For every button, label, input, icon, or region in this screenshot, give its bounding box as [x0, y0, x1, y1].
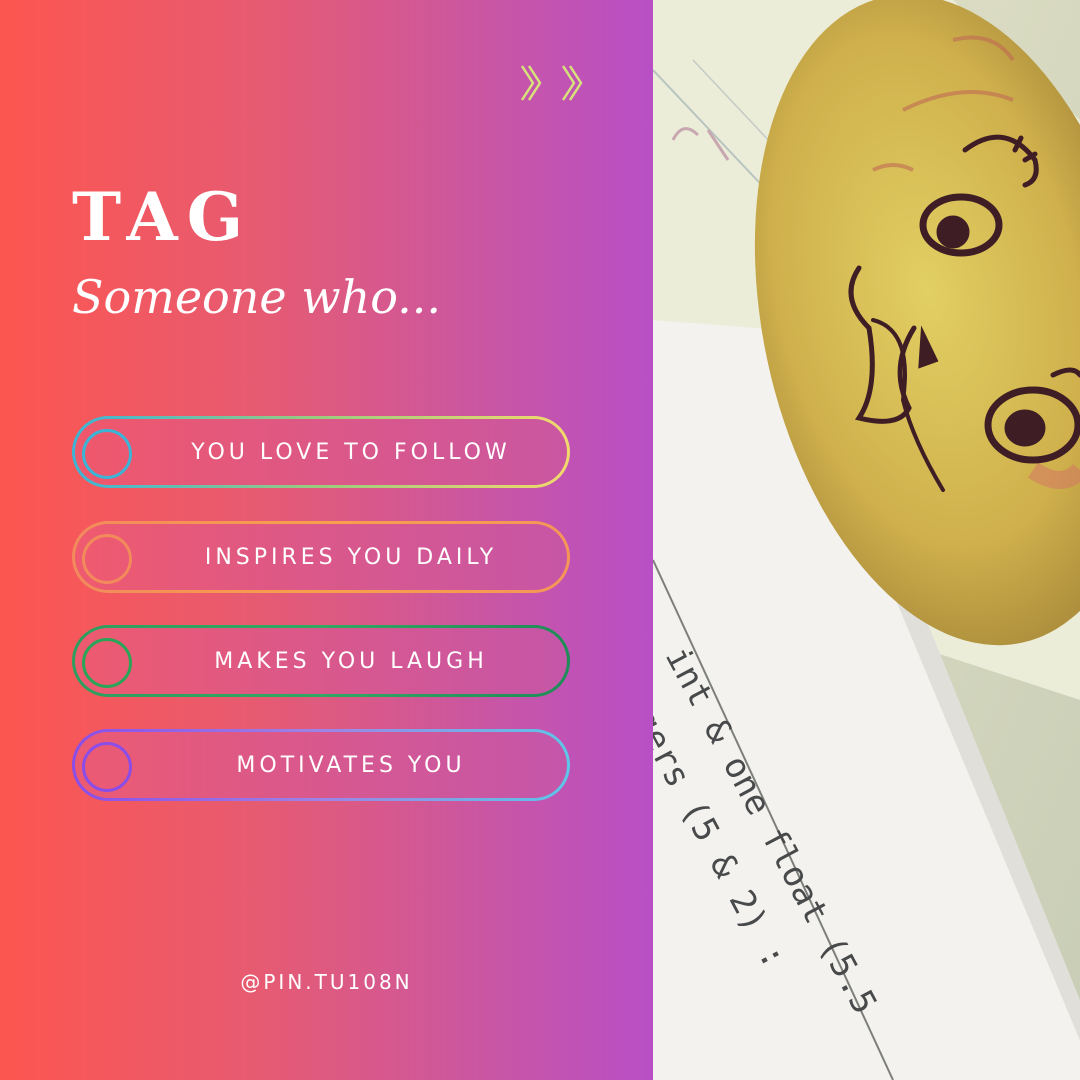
option-you-love-to-follow[interactable]: YOU LOVE TO FOLLOW	[72, 416, 570, 488]
page-subtitle: Someone who...	[72, 270, 441, 324]
radio-circle-icon[interactable]	[82, 429, 132, 479]
photo: int & one float (5.5 gers (5 & 2) :	[653, 0, 1080, 1080]
left-panel: TAG Someone who... YOU LOVE TO FOLLOW IN…	[0, 0, 653, 1080]
radio-circle-icon[interactable]	[82, 638, 132, 688]
option-inner: MAKES YOU LAUGH	[75, 628, 567, 694]
option-inspires-you-daily[interactable]: INSPIRES YOU DAILY	[72, 521, 570, 593]
radio-circle-icon[interactable]	[82, 742, 132, 792]
option-label: MOTIVATES YOU	[236, 752, 466, 778]
page-title: TAG	[72, 178, 253, 256]
option-label: YOU LOVE TO FOLLOW	[191, 439, 511, 465]
option-inner: MOTIVATES YOU	[75, 732, 567, 798]
option-inner: YOU LOVE TO FOLLOW	[75, 419, 567, 485]
option-inner: INSPIRES YOU DAILY	[75, 524, 567, 590]
double-chevron-right-icon[interactable]	[518, 62, 588, 104]
option-makes-you-laugh[interactable]: MAKES YOU LAUGH	[72, 625, 570, 697]
radio-circle-icon[interactable]	[82, 534, 132, 584]
account-handle: @PIN.TU108N	[240, 970, 413, 994]
option-label: MAKES YOU LAUGH	[214, 648, 488, 674]
option-motivates-you[interactable]: MOTIVATES YOU	[72, 729, 570, 801]
option-label: INSPIRES YOU DAILY	[204, 544, 498, 570]
photo-illustration: int & one float (5.5 gers (5 & 2) :	[653, 0, 1080, 1080]
